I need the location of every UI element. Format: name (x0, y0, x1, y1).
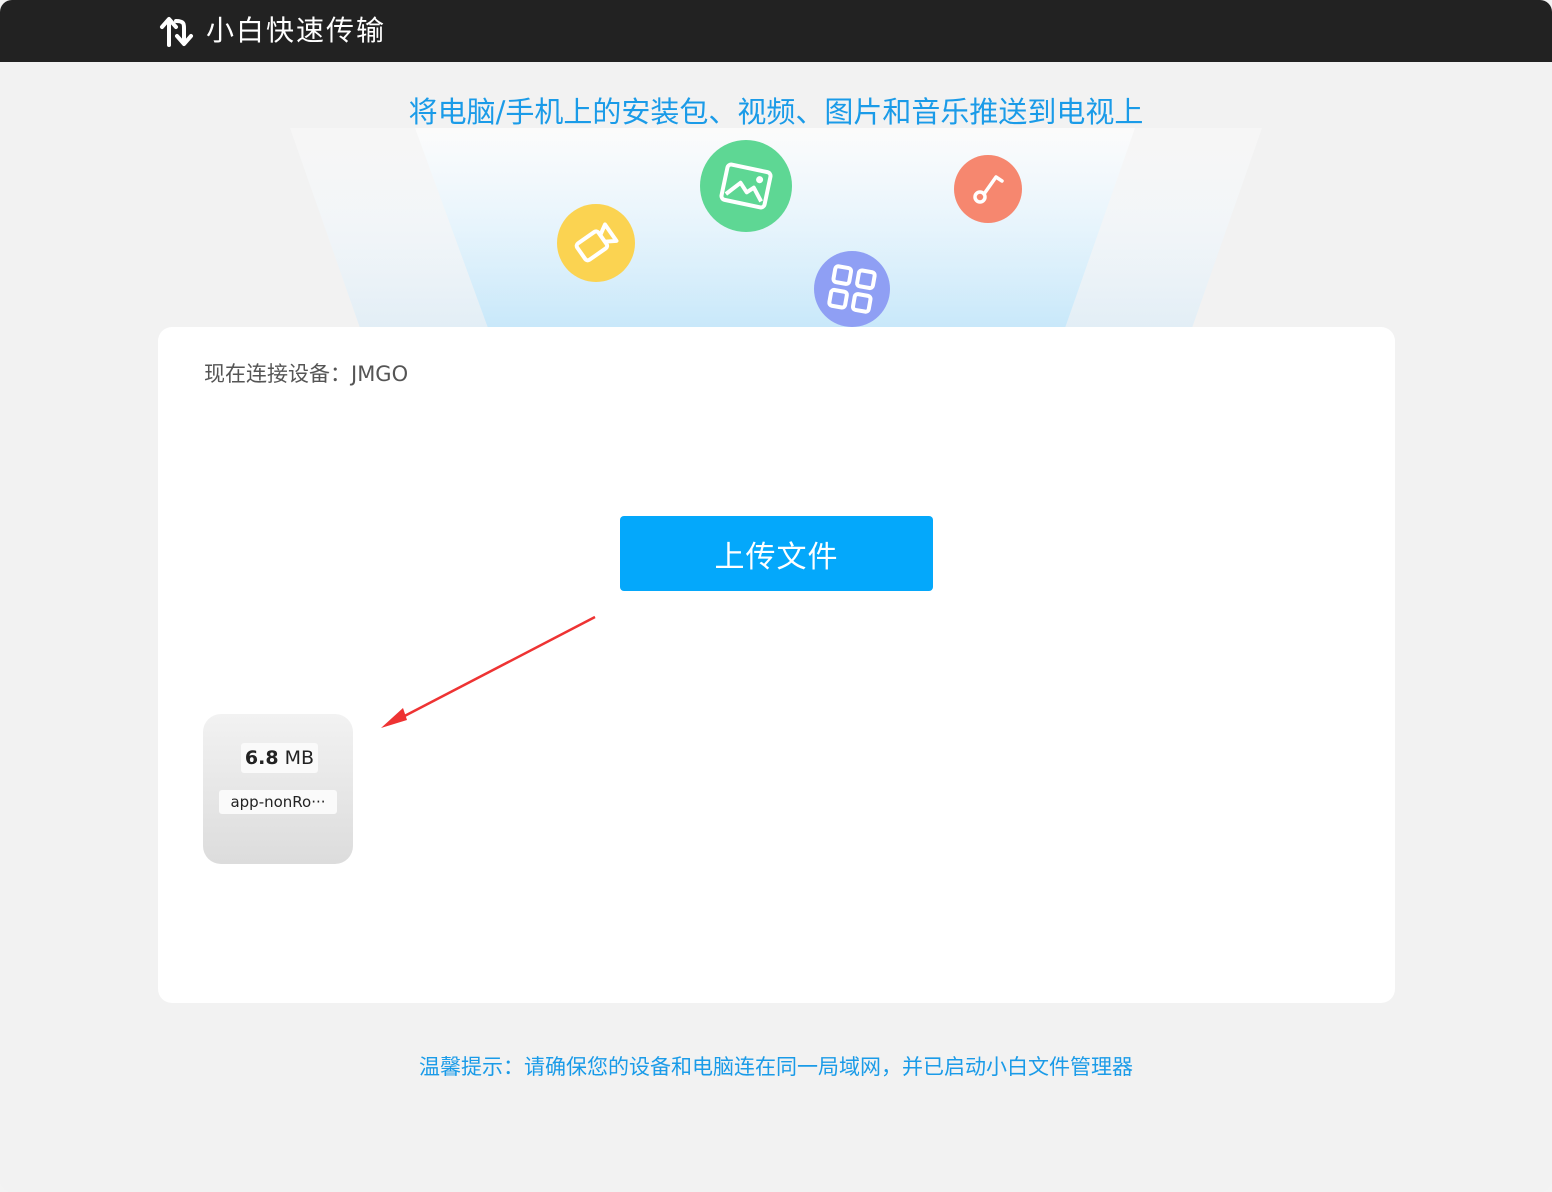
hero-tagline: 将电脑/手机上的安装包、视频、图片和音乐推送到电视上 (408, 95, 1144, 129)
connected-device: 现在连接设备：JMGO (204, 359, 408, 389)
uploaded-file-card[interactable]: 6.8 MB app-nonRo··· (203, 714, 353, 864)
video-bubble (557, 204, 635, 282)
device-name: JMGO (351, 362, 409, 386)
app-grid-icon (827, 264, 877, 314)
upload-file-button[interactable]: 上传文件 (620, 516, 933, 591)
device-label: 现在连接设备： (204, 362, 351, 386)
file-size-unit: MB (284, 747, 315, 769)
music-icon (973, 175, 1004, 204)
music-bubble (954, 155, 1022, 223)
sync-arrows-icon (160, 17, 193, 47)
upload-panel: 现在连接设备：JMGO 上传文件 6.8 MB app-nonRo··· (158, 327, 1395, 1003)
file-name: app-nonRo··· (219, 790, 337, 814)
image-bubble (700, 140, 792, 232)
app-bubble (814, 251, 890, 327)
app-title: 小白快速传输 (206, 14, 387, 47)
app-window: 小白快速传输 将电脑/手机上的安装包、视频、图片和音乐推送到电视上 现在连接设备… (0, 0, 1552, 1192)
network-hint: 温馨提示：请确保您的设备和电脑连在同一局域网，并已启动小白文件管理器 (419, 1055, 1133, 1079)
title-bar: 小白快速传输 (0, 0, 1552, 62)
annotation-arrow (381, 615, 596, 728)
file-size: 6.8 MB (241, 743, 318, 773)
video-icon (574, 222, 619, 263)
file-size-value: 6.8 (244, 747, 279, 769)
image-icon (719, 162, 773, 210)
